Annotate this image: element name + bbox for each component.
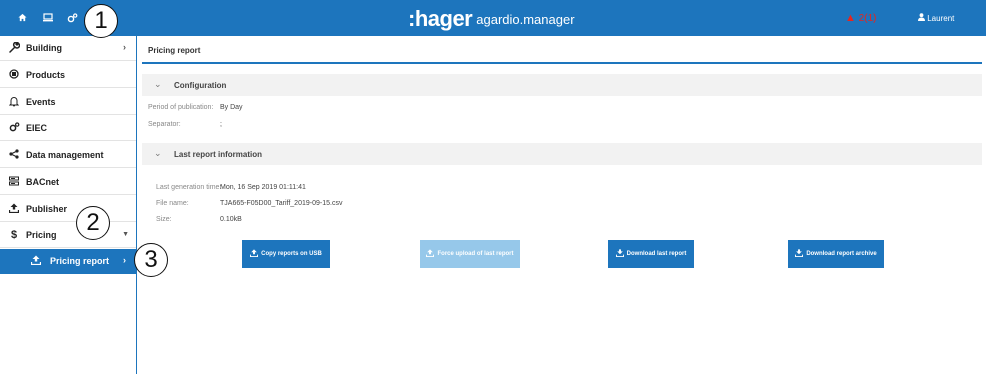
sidebar-item-events[interactable]: Events: [0, 90, 136, 115]
brand-logo: :hager agardio.manager: [408, 6, 575, 32]
user-name: Laurent: [927, 14, 955, 23]
force-upload-button[interactable]: Force upload of last report: [420, 240, 520, 268]
separator-label: Separator:: [148, 121, 181, 128]
dollar-icon: $: [10, 229, 18, 241]
period-row: Period of publication: By Day: [148, 104, 243, 111]
sidebar-item-products[interactable]: Products: [0, 63, 136, 88]
upload-icon: [30, 255, 42, 269]
download-report-archive-button[interactable]: Download report archive: [788, 240, 884, 268]
callout-1: 1: [84, 4, 118, 38]
sidebar-item-label: Data management: [26, 150, 104, 160]
download-icon: [615, 249, 624, 259]
user-menu[interactable]: Laurent: [918, 13, 954, 23]
button-label: Force upload of last report: [437, 251, 514, 257]
sidebar-item-building[interactable]: Building ›: [0, 36, 136, 61]
sidebar-item-label: Products: [26, 70, 66, 80]
sidebar-item-label: Pricing: [26, 230, 57, 240]
sidebar: Building › Products Events EIEC Data man…: [0, 36, 137, 374]
chevron-down-icon: ⌄: [154, 148, 162, 158]
chevron-down-icon: ▼: [122, 231, 129, 238]
product-name: agardio.manager: [476, 12, 575, 27]
section-last-report[interactable]: ⌄ Last report information: [142, 143, 982, 165]
size-value: 0.10kB: [220, 216, 242, 223]
alarm-indicator[interactable]: ▲ 2(1): [845, 12, 876, 24]
wrench-icon: [8, 41, 20, 57]
products-icon: [8, 69, 20, 83]
monitor-icon[interactable]: [40, 10, 56, 26]
brand-name: :hager: [408, 6, 473, 31]
home-icon[interactable]: [14, 10, 30, 26]
sidebar-item-label: Building: [26, 43, 62, 53]
sidebar-item-eiec[interactable]: EIEC: [0, 116, 136, 141]
sidebar-item-label: Publisher: [26, 204, 68, 214]
chevron-right-icon: ›: [123, 42, 126, 52]
download-last-report-button[interactable]: Download last report: [608, 240, 694, 268]
sidebar-item-pricing[interactable]: $ Pricing ▼: [0, 223, 136, 248]
generation-time-row: Last generation time: Mon, 16 Sep 2019 0…: [156, 184, 306, 191]
sidebar-item-pricing-report[interactable]: Pricing report ›: [0, 249, 136, 274]
share-icon: [8, 149, 20, 163]
generation-time-value: Mon, 16 Sep 2019 01:11:41: [220, 184, 306, 191]
section-title: Configuration: [174, 81, 227, 90]
button-label: Download last report: [626, 251, 687, 257]
file-name-value: TJA665-F05D00_Tariff_2019-09-15.csv: [220, 200, 343, 207]
settings-icon[interactable]: [64, 10, 80, 26]
bell-icon: [8, 96, 20, 111]
file-name-label: File name:: [156, 200, 189, 207]
main-content: Pricing report ⌄ Configuration Period of…: [138, 36, 986, 374]
sidebar-item-label: BACnet: [26, 177, 59, 187]
user-icon: [918, 13, 927, 23]
section-title: Last report information: [174, 150, 263, 159]
button-label: Download report archive: [806, 251, 877, 257]
sidebar-item-label: Events: [26, 97, 56, 107]
sidebar-item-label: Pricing report: [50, 256, 110, 266]
file-name-row: File name: TJA665-F05D00_Tariff_2019-09-…: [156, 200, 342, 207]
upload-icon: [426, 249, 435, 259]
title-divider: [142, 62, 982, 64]
alarm-count: 2(1): [858, 13, 877, 24]
copy-reports-usb-button[interactable]: Copy reports on USB: [242, 240, 330, 268]
top-bar: :hager agardio.manager ▲ 2(1) Laurent: [0, 0, 986, 36]
gears-icon: [8, 122, 20, 136]
callout-2: 2: [76, 206, 110, 240]
chevron-right-icon: ›: [123, 255, 126, 265]
section-configuration[interactable]: ⌄ Configuration: [142, 74, 982, 96]
sidebar-item-label: EIEC: [26, 123, 48, 133]
upload-icon: [8, 203, 20, 217]
period-value: By Day: [220, 104, 243, 111]
size-row: Size: 0.10kB: [156, 216, 242, 223]
button-label: Copy reports on USB: [261, 251, 322, 257]
chevron-down-icon: ⌄: [154, 79, 162, 89]
server-icon: [8, 176, 20, 190]
separator-row: Separator: ;: [148, 121, 222, 128]
download-icon: [795, 249, 804, 259]
separator-value: ;: [220, 121, 222, 128]
warning-icon: ▲: [845, 12, 856, 24]
size-label: Size:: [156, 216, 172, 223]
upload-icon: [250, 249, 259, 259]
sidebar-item-bacnet[interactable]: BACnet: [0, 170, 136, 195]
generation-time-label: Last generation time:: [156, 184, 222, 191]
period-label: Period of publication:: [148, 104, 214, 111]
page-title: Pricing report: [148, 46, 201, 55]
sidebar-item-data-management[interactable]: Data management: [0, 143, 136, 168]
sidebar-item-publisher[interactable]: Publisher: [0, 197, 136, 222]
